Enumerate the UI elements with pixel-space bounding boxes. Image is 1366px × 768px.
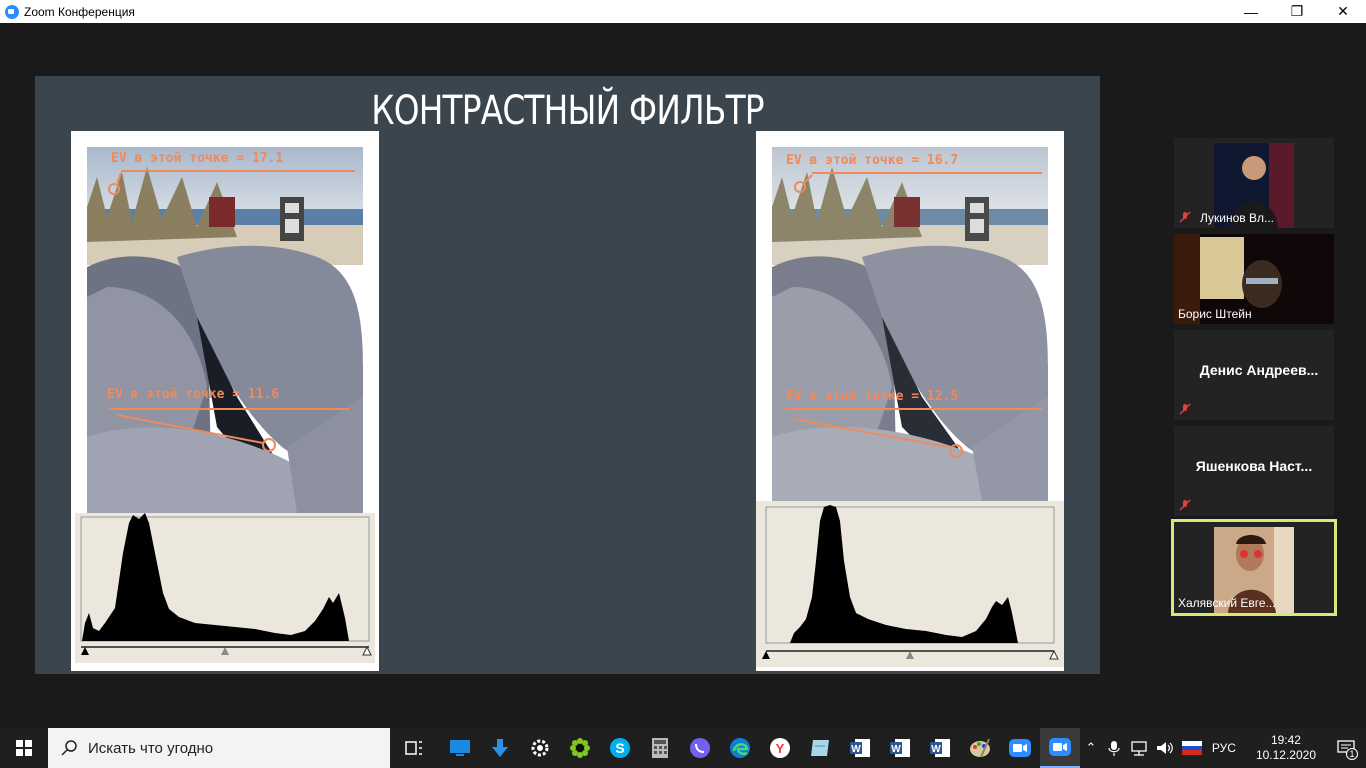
participant-name: Денис Андреев... (1199, 362, 1319, 378)
calculator-icon[interactable] (640, 728, 680, 768)
left-comparison-panel: EV в этой точке = 17.1 EV в этой точке =… (71, 131, 379, 671)
svg-text:S: S (615, 740, 624, 756)
clock[interactable]: 19:42 10.12.2020 (1256, 733, 1316, 763)
left-rock-photo: EV в этой точке = 17.1 EV в этой точке =… (87, 147, 363, 513)
restore-button[interactable]: ❐ (1274, 0, 1320, 23)
mic-muted-icon (1179, 499, 1191, 511)
ev-annotation-arrows (786, 172, 1042, 458)
svg-text:Y: Y (776, 741, 785, 756)
window-title: Zoom Конференция (24, 4, 135, 19)
right-histogram (756, 501, 1064, 667)
task-view-icon[interactable] (394, 728, 434, 768)
meeting-area: КОНТРАСТНЫЙ ФИЛЬТР EV в этой точке = 17.… (0, 23, 1366, 728)
search-icon (61, 740, 77, 756)
svg-text:W: W (891, 744, 901, 755)
russia-flag-icon (1181, 741, 1202, 755)
notifications-button[interactable]: 1 (1326, 728, 1366, 768)
participant-tile[interactable]: Денис Андреев... (1174, 330, 1334, 420)
notifications-count: 1 (1346, 748, 1358, 760)
chevron-up-icon[interactable]: ⌃ (1080, 740, 1102, 756)
participant-name: Борис Штейн (1178, 307, 1252, 321)
window-controls: — ❐ ✕ (1228, 0, 1366, 23)
ev-label-bottom: EV в этой точке = 12.5 (786, 389, 959, 404)
active-speaker-tile[interactable]: Халявский Евге... (1171, 519, 1337, 616)
viber-icon[interactable] (680, 728, 720, 768)
zoom-app-icon (5, 4, 19, 19)
participant-name: Яшенкова Наст... (1195, 458, 1313, 474)
mic-muted-icon (1179, 211, 1191, 223)
histogram-graph (80, 513, 372, 656)
mic-muted-icon (1179, 403, 1191, 415)
windows-taskbar: Искать что угодно S Y W W W ⌃ РУС 19:42 … (0, 728, 1366, 768)
zoom-icon[interactable] (1040, 728, 1080, 768)
word-icon[interactable]: W (880, 728, 920, 768)
edge-icon[interactable] (720, 728, 760, 768)
settings-icon[interactable] (520, 728, 560, 768)
notes-icon[interactable] (800, 728, 840, 768)
ev-label-bottom: EV в этой точке = 11.6 (107, 387, 280, 402)
paint-icon[interactable] (960, 728, 1000, 768)
network-icon[interactable] (1129, 739, 1149, 757)
taskbar-search-box[interactable]: Искать что угодно (48, 728, 390, 768)
window-title-bar: Zoom Конференция — ❐ ✕ (0, 0, 1366, 23)
histogram-graph (762, 505, 1059, 660)
monitor-icon[interactable] (440, 728, 480, 768)
volume-icon[interactable] (1155, 739, 1175, 757)
start-button[interactable] (0, 728, 48, 768)
participant-name: Халявский Евге... (1178, 596, 1276, 610)
windows-logo-icon (16, 740, 32, 756)
search-placeholder: Искать что угодно (88, 739, 214, 757)
participant-tile[interactable]: Яшенкова Наст... (1174, 426, 1334, 516)
minimize-button[interactable]: — (1228, 0, 1274, 23)
left-histogram (75, 513, 375, 663)
ev-annotation-arrows (108, 170, 355, 452)
participant-tile[interactable]: Лукинов Вл... (1174, 138, 1334, 228)
system-tray: ⌃ РУС 19:42 10.12.2020 1 (1080, 728, 1366, 768)
word-icon[interactable]: W (920, 728, 960, 768)
word-icon[interactable]: W (840, 728, 880, 768)
yandex-icon[interactable]: Y (760, 728, 800, 768)
shared-screen-slide: КОНТРАСТНЫЙ ФИЛЬТР EV в этой точке = 17.… (35, 76, 1100, 674)
language-indicator[interactable]: РУС (1212, 741, 1236, 755)
participant-tile[interactable]: Борис Штейн (1174, 234, 1334, 324)
skype-icon[interactable]: S (600, 728, 640, 768)
svg-text:W: W (931, 744, 941, 755)
svg-text:W: W (851, 744, 861, 755)
zoom-icon[interactable] (1000, 728, 1040, 768)
download-icon[interactable] (480, 728, 520, 768)
right-rock-photo: EV в этой точке = 16.7 EV в этой точке =… (772, 147, 1048, 501)
icq-icon[interactable] (560, 728, 600, 768)
right-comparison-panel: EV в этой точке = 16.7 EV в этой точке =… (756, 131, 1064, 671)
participant-name: Лукинов Вл... (1200, 211, 1274, 225)
clock-date: 10.12.2020 (1255, 748, 1316, 762)
slide-title: КОНТРАСТНЫЙ ФИЛЬТР (371, 88, 764, 134)
microphone-icon[interactable] (1105, 739, 1123, 757)
close-button[interactable]: ✕ (1320, 0, 1366, 23)
clock-time: 19:42 (1270, 733, 1301, 747)
